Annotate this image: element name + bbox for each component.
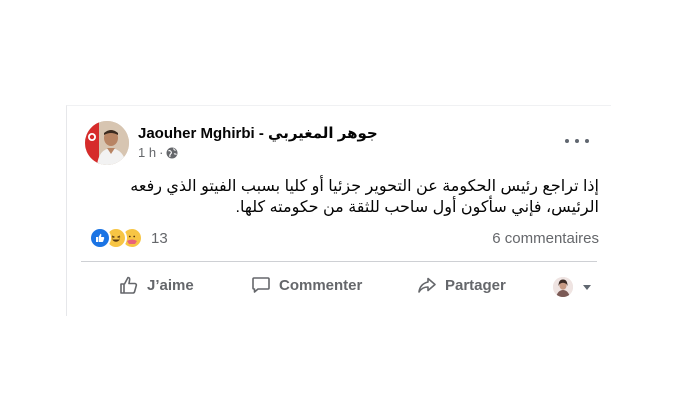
globe-icon[interactable] xyxy=(166,147,178,159)
post-time[interactable]: 1 h xyxy=(138,145,156,160)
share-arrow-icon xyxy=(418,277,436,293)
more-options-icon[interactable] xyxy=(565,134,589,148)
like-reaction-icon xyxy=(89,227,111,249)
reaction-count[interactable]: 13 xyxy=(151,230,168,247)
comment-button-label: Commenter xyxy=(279,276,363,294)
actions-divider xyxy=(81,261,597,262)
like-button-label: J’aime xyxy=(147,276,194,294)
comments-count[interactable]: 6 commentaires xyxy=(492,230,599,247)
facebook-post-card: Jaouher Mghirbi - جوهر المغيربي 1 h · إذ… xyxy=(66,105,611,316)
comment-icon xyxy=(252,277,270,293)
thumbs-up-icon xyxy=(120,276,138,294)
share-button[interactable]: Partager xyxy=(417,275,506,295)
post-meta: 1 h · xyxy=(138,145,178,160)
author-avatar[interactable] xyxy=(85,121,129,165)
post-actions-bar: J’aime Commenter Partager xyxy=(81,269,597,305)
chevron-down-icon[interactable] xyxy=(583,284,591,290)
react-as-selector[interactable] xyxy=(553,277,591,297)
author-name[interactable]: Jaouher Mghirbi - جوهر المغيربي xyxy=(138,124,378,142)
post-text: إذا تراجع رئيس الحكومة عن التحوير جزئيا … xyxy=(130,178,599,216)
like-button[interactable]: J’aime xyxy=(119,275,194,295)
comment-button[interactable]: Commenter xyxy=(251,275,362,295)
meta-separator: · xyxy=(159,145,164,160)
reactions-summary[interactable]: 13 xyxy=(89,227,168,249)
share-button-label: Partager xyxy=(445,276,506,294)
user-avatar xyxy=(553,277,573,297)
